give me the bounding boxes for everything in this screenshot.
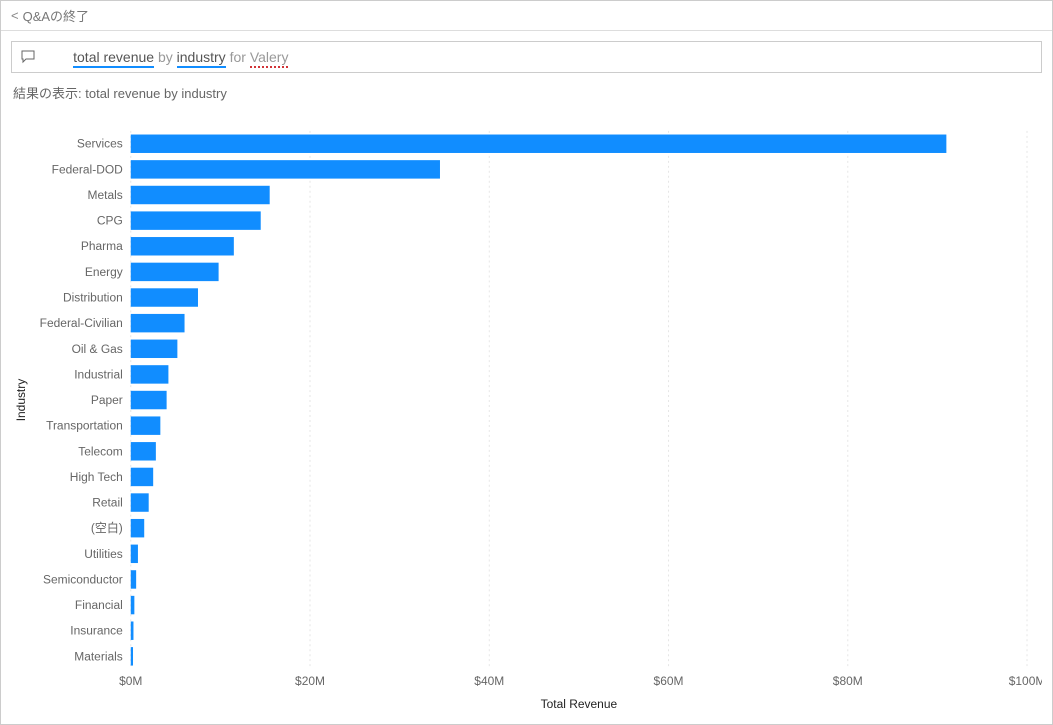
bar[interactable] [131,263,219,281]
category-label: Oil & Gas [72,342,123,356]
x-tick-label: $0M [119,674,142,688]
x-tick-label: $20M [295,674,325,688]
bar[interactable] [131,314,185,332]
category-label: Paper [91,393,123,407]
back-chevron-icon[interactable]: < [11,8,19,23]
bar[interactable] [131,391,167,409]
bar[interactable] [131,442,156,460]
bar[interactable] [131,545,138,563]
qna-query-text: total revenue by industry for Valery [42,33,288,81]
category-label: Industrial [74,367,123,381]
query-token-dimension: industry [177,49,226,68]
category-label: Insurance [70,624,123,638]
category-label: High Tech [70,470,123,484]
category-label: Materials [74,649,123,663]
category-label: Retail [92,496,123,510]
bar[interactable] [131,135,947,153]
bar[interactable] [131,211,261,229]
bar[interactable] [131,570,136,588]
y-axis-title: Industry [14,379,28,422]
x-tick-label: $80M [833,674,863,688]
query-token-unknown: Valery [250,49,289,68]
category-label: Federal-DOD [52,162,123,176]
result-caption: 結果の表示: total revenue by industry [1,79,1052,102]
chat-icon [20,49,36,65]
x-axis-title: Total Revenue [541,697,618,711]
category-label: Semiconductor [43,572,123,586]
bar[interactable] [131,647,133,665]
bar[interactable] [131,416,161,434]
bar[interactable] [131,186,270,204]
bar[interactable] [131,237,234,255]
category-label: Distribution [63,291,123,305]
bar[interactable] [131,160,440,178]
bar[interactable] [131,519,144,537]
query-token-for: for [230,49,246,65]
query-token-measure: total revenue [73,49,154,68]
bar[interactable] [131,596,135,614]
category-label: Federal-Civilian [40,316,123,330]
bar[interactable] [131,493,149,511]
qna-input-row: total revenue by industry for Valery [1,31,1052,79]
category-label: Transportation [46,419,123,433]
category-label: Financial [75,598,123,612]
bar[interactable] [131,621,134,639]
query-token-by: by [158,49,173,65]
bar[interactable] [131,288,198,306]
chart: $0M $20M $40M $60M $80M $100M Services Federal-… [11,111,1042,714]
category-label: Pharma [81,239,123,253]
x-tick-label: $60M [654,674,684,688]
exit-qna-link[interactable]: Q&Aの終了 [23,6,89,25]
category-label: CPG [97,214,123,228]
category-label: Utilities [84,547,123,561]
app-frame: < Q&Aの終了 total revenue by industry for V… [0,0,1053,725]
bar[interactable] [131,365,169,383]
category-label: Energy [85,265,123,279]
category-label: (空白) [91,520,123,535]
bar[interactable] [131,340,178,358]
x-tick-label: $100M [1009,674,1042,688]
bar[interactable] [131,468,153,486]
x-tick-label: $40M [474,674,504,688]
category-label: Telecom [78,444,123,458]
category-label: Metals [88,188,123,202]
qna-input[interactable]: total revenue by industry for Valery [11,41,1042,73]
category-label: Services [77,137,123,151]
top-bar: < Q&Aの終了 [1,1,1052,31]
